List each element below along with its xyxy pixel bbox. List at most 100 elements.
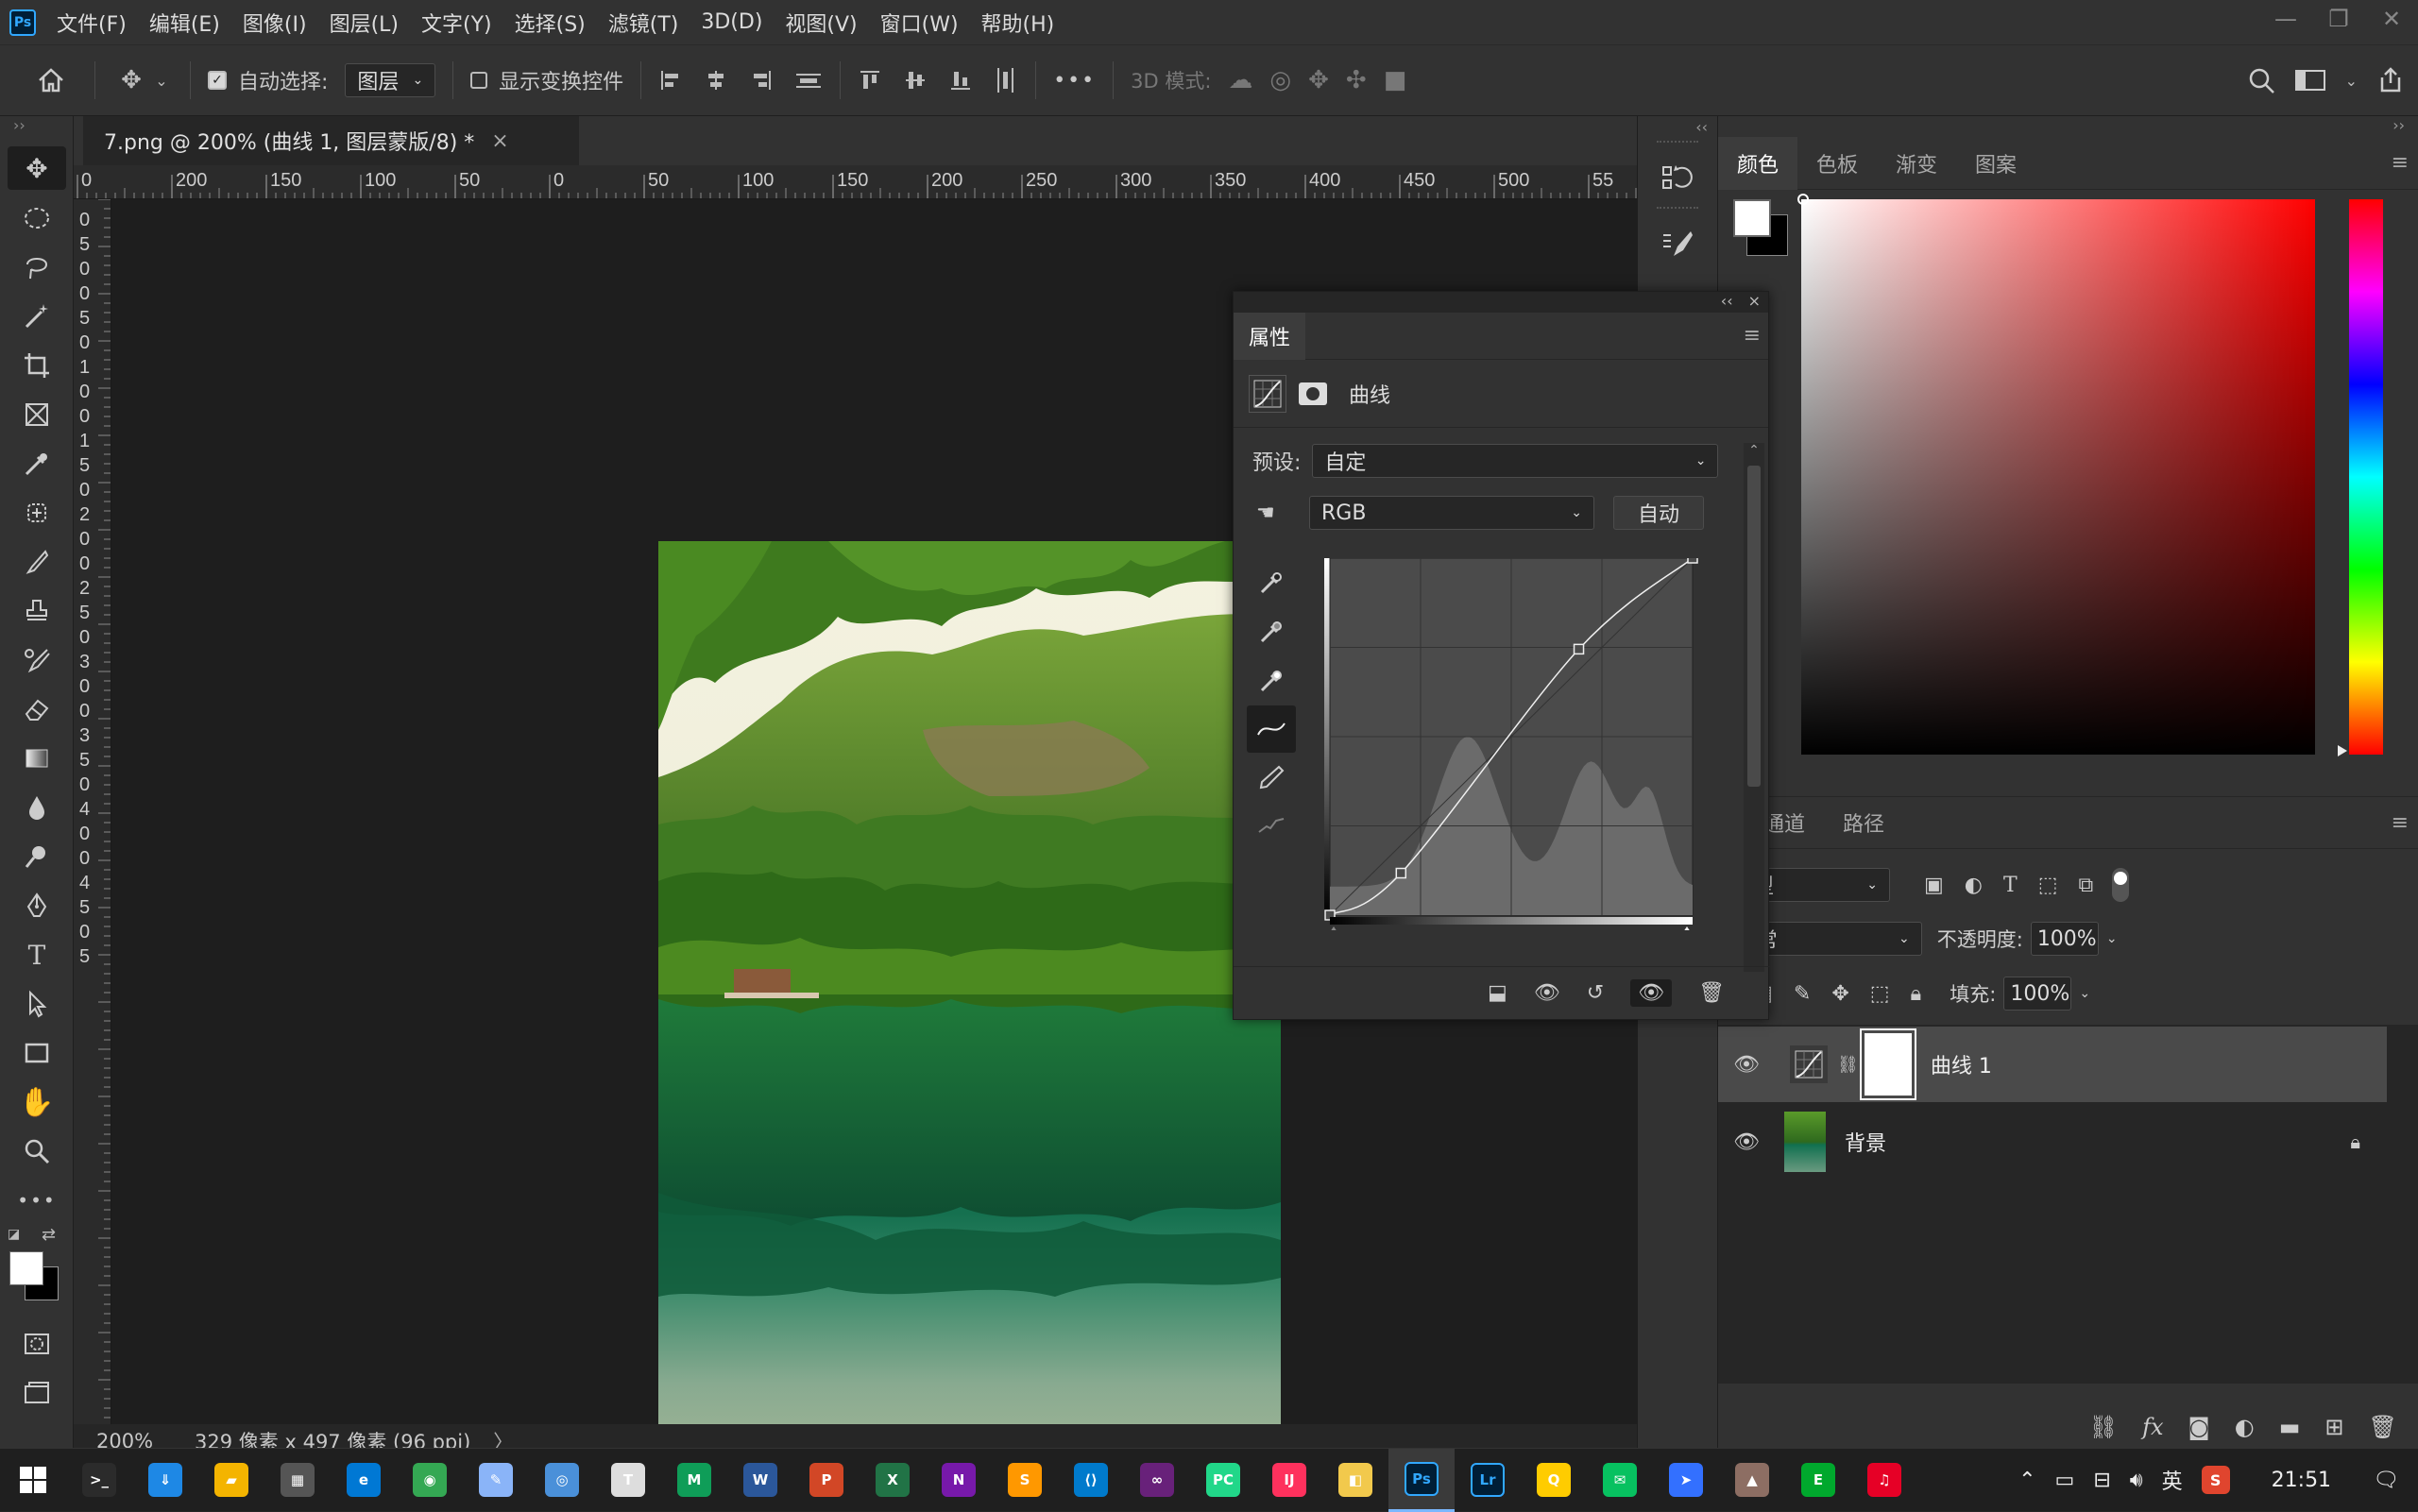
align-top-icon[interactable] <box>858 68 882 93</box>
wechat-icon[interactable]: ✉ <box>1587 1449 1653 1512</box>
search-icon[interactable] <box>2247 66 2275 94</box>
filter-adjustment-icon[interactable]: ◐ <box>1965 874 1983 897</box>
lock-all-icon[interactable]: 🔒︎ <box>1911 982 1922 1006</box>
restore-icon[interactable]: ❐ <box>2312 0 2365 38</box>
preset-dropdown[interactable]: 自定 ⌄ <box>1312 444 1719 478</box>
collapse-icon[interactable]: ‹‹ <box>1721 292 1733 313</box>
notes-yellow-icon[interactable]: ◧ <box>1322 1449 1388 1512</box>
layer-row-background[interactable]: 👁︎ 背景 🔒︎ <box>1718 1104 2387 1180</box>
fill-input[interactable]: 100% <box>2003 977 2072 1011</box>
mask-icon[interactable] <box>1294 375 1332 413</box>
photoshop-logo-icon[interactable]: Ps <box>9 8 36 36</box>
pycharm-icon[interactable]: PC <box>1190 1449 1256 1512</box>
auto-select-dropdown[interactable]: 图层 ⌄ <box>345 63 436 97</box>
auto-select-checkbox[interactable]: ✓ 自动选择: <box>208 44 328 116</box>
history-brush-tool-icon[interactable] <box>0 636 74 685</box>
3d-orbit-icon[interactable]: ☁ <box>1228 66 1252 94</box>
menu-window[interactable]: 窗口(W) <box>880 8 959 38</box>
store-icon[interactable]: ▲ <box>1719 1449 1785 1512</box>
qq-icon[interactable]: Q <box>1521 1449 1587 1512</box>
eraser-tool-icon[interactable] <box>0 685 74 734</box>
opacity-input[interactable]: 100% <box>2030 922 2099 956</box>
eyedropper-black-icon[interactable] <box>1247 558 1296 607</box>
filter-type-icon[interactable]: T <box>2003 874 2018 897</box>
netease-music-icon[interactable]: ♫ <box>1851 1449 1917 1512</box>
type-tool-icon[interactable]: T <box>0 930 74 979</box>
distribute-vertical-icon[interactable] <box>794 68 823 93</box>
view-previous-state-icon[interactable]: 👁︎ <box>1534 981 1560 1005</box>
frame-tool-icon[interactable] <box>0 390 74 439</box>
menu-image[interactable]: 图像(I) <box>243 8 307 38</box>
foreground-color-swatch[interactable] <box>1733 199 1771 237</box>
menu-file[interactable]: 文件(F) <box>57 8 127 38</box>
dodge-tool-icon[interactable] <box>0 832 74 881</box>
new-layer-icon[interactable]: ⊞ <box>2324 1414 2343 1440</box>
finder-icon[interactable]: ⇓ <box>132 1449 198 1512</box>
workspace-icon[interactable] <box>2294 67 2326 93</box>
calculator-icon[interactable]: ▦ <box>264 1449 331 1512</box>
network-icon[interactable]: ⊟ <box>2093 1469 2110 1492</box>
clip-to-layer-icon[interactable]: ⬓ <box>1488 981 1507 1005</box>
menu-select[interactable]: 选择(S) <box>515 8 586 38</box>
curve-point-tool-icon[interactable] <box>1247 705 1296 753</box>
auto-button[interactable]: 自动 <box>1613 496 1704 530</box>
word-icon[interactable]: W <box>727 1449 793 1512</box>
quick-mask-icon[interactable] <box>0 1319 74 1368</box>
3d-pan-icon[interactable]: ✥ <box>1308 66 1329 94</box>
chrome-icon[interactable]: ◉ <box>397 1449 463 1512</box>
new-group-icon[interactable]: ▬ <box>2279 1414 2301 1440</box>
stamp-tool-icon[interactable] <box>0 586 74 636</box>
pencil-tool-icon[interactable] <box>1247 753 1296 802</box>
reset-icon[interactable]: ↺ <box>1587 981 1604 1005</box>
filter-toggle[interactable] <box>2112 868 2130 902</box>
delete-icon[interactable]: 🗑︎ <box>1698 981 1725 1005</box>
document-tab[interactable]: 7.png @ 200% (曲线 1, 图层蒙版/8) * × <box>83 116 579 165</box>
lock-icon[interactable]: 🔒︎ <box>2350 1130 2360 1153</box>
curve-point[interactable] <box>1395 867 1407 879</box>
align-right-icon[interactable] <box>749 68 774 93</box>
canvas-image[interactable] <box>658 541 1281 1481</box>
menu-view[interactable]: 视图(V) <box>785 8 857 38</box>
align-bottom-icon[interactable] <box>948 68 973 93</box>
delete-layer-icon[interactable]: 🗑︎ <box>2369 1414 2397 1440</box>
close-tab-icon[interactable]: × <box>491 129 508 153</box>
scroll-up-icon[interactable]: ⌃ <box>1744 443 1764 458</box>
zoom-tool-icon[interactable] <box>0 1127 74 1176</box>
browser-icon[interactable]: ◎ <box>529 1449 595 1512</box>
tab-properties[interactable]: 属性 <box>1234 312 1306 360</box>
lock-artboard-icon[interactable]: ⬚ <box>1870 982 1890 1006</box>
rectangle-tool-icon[interactable] <box>0 1028 74 1078</box>
3d-slide-icon[interactable]: ✣ <box>1346 66 1367 94</box>
close-panel-icon[interactable]: × <box>1748 292 1761 313</box>
layer-name-curves[interactable]: 曲线 1 <box>1931 1049 1992 1079</box>
photoshop-icon[interactable]: Ps <box>1388 1448 1455 1512</box>
tab-swatches[interactable]: 色板 <box>1797 137 1877 190</box>
more-options-icon[interactable]: ••• <box>1053 44 1096 116</box>
layer-style-icon[interactable]: fx <box>2142 1414 2163 1440</box>
properties-titlebar[interactable]: ‹‹ × <box>1234 292 1768 313</box>
healing-brush-tool-icon[interactable] <box>0 488 74 537</box>
color-picker-cursor-icon[interactable] <box>1797 194 1809 205</box>
3d-roll-icon[interactable]: ◎ <box>1269 66 1291 94</box>
hand-tool-icon[interactable]: ✋ <box>0 1078 74 1127</box>
menu-edit[interactable]: 编辑(E) <box>149 8 220 38</box>
curves-graph[interactable] <box>1324 552 1698 938</box>
crop-tool-icon[interactable] <box>0 341 74 390</box>
scrollbar-thumb[interactable] <box>1747 466 1761 787</box>
history-panel-icon[interactable] <box>1638 150 1717 207</box>
tab-color[interactable]: 颜色 <box>1718 136 1798 190</box>
hue-slider[interactable] <box>2349 199 2383 755</box>
pen-tool-icon[interactable] <box>0 881 74 930</box>
panel-menu-icon[interactable]: ≡ <box>1744 324 1761 348</box>
notification-icon[interactable]: 🗨︎ <box>2373 1469 2399 1492</box>
menu-help[interactable]: 帮助(H) <box>981 8 1055 38</box>
screen-mode-icon[interactable] <box>0 1368 74 1418</box>
marquee-tool-icon[interactable] <box>0 194 74 243</box>
lasso-tool-icon[interactable] <box>0 243 74 292</box>
gradient-tool-icon[interactable] <box>0 734 74 783</box>
vscode-icon[interactable]: ⟨⟩ <box>1058 1449 1124 1512</box>
chevron-down-icon[interactable]: ⌄ <box>2106 931 2118 946</box>
chain-link-icon[interactable]: ⛓︎ <box>1837 1055 1859 1075</box>
curve-point[interactable] <box>1573 643 1585 655</box>
tab-paths[interactable]: 路径 <box>1824 796 1903 849</box>
